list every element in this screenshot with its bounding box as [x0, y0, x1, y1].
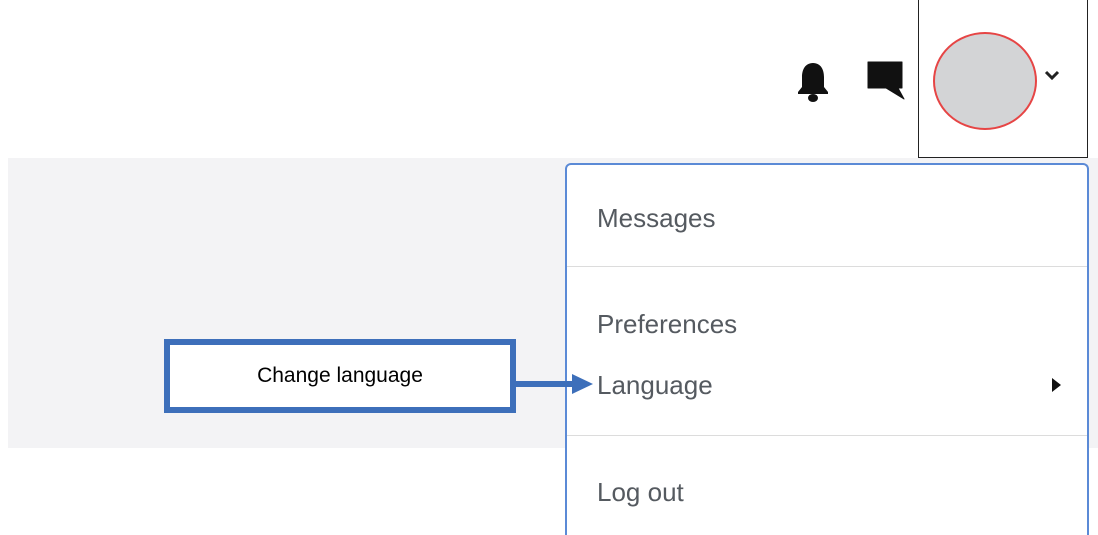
- user-menu-toggle[interactable]: [918, 0, 1088, 158]
- chat-bubble-icon[interactable]: [864, 58, 906, 100]
- user-dropdown-menu: Messages Preferences Language Log out: [565, 163, 1089, 535]
- menu-divider: [567, 435, 1087, 436]
- menu-item-preferences[interactable]: Preferences: [597, 309, 737, 340]
- callout-label: Change language: [257, 364, 423, 387]
- menu-item-messages[interactable]: Messages: [597, 203, 716, 234]
- bell-icon[interactable]: [795, 60, 831, 102]
- caret-right-icon: [1052, 378, 1061, 392]
- chevron-down-icon[interactable]: [1043, 68, 1061, 82]
- menu-item-language[interactable]: Language: [597, 370, 713, 401]
- callout-box: Change language: [164, 339, 516, 413]
- menu-item-log-out[interactable]: Log out: [597, 477, 684, 508]
- avatar[interactable]: [933, 32, 1037, 130]
- navbar: [0, 0, 1098, 158]
- menu-divider: [567, 266, 1087, 267]
- callout-arrow-icon: [514, 374, 593, 394]
